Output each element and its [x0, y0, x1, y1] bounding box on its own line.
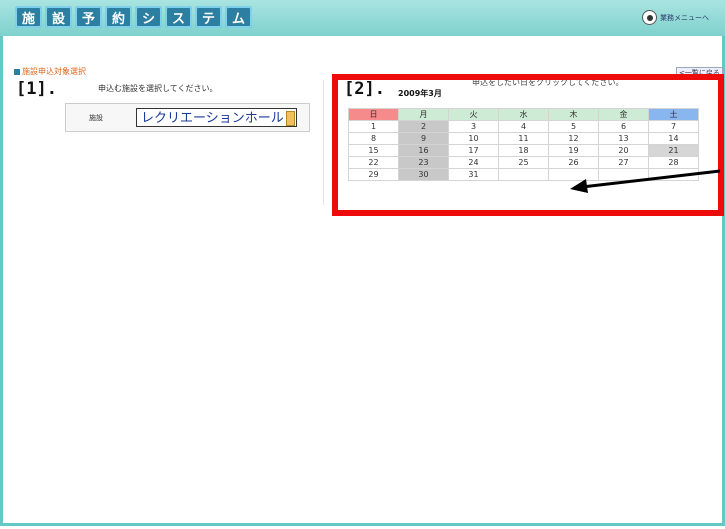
pointer-arrow-icon — [570, 169, 721, 193]
breadcrumb: 施設申込対象選択 — [14, 66, 86, 77]
logo-tile: ス — [165, 6, 192, 28]
step1-marker: [1]. — [16, 79, 57, 99]
app-header: 施 設 予 約 シ ス テ ム 業務メニューへ — [0, 0, 725, 36]
bullet-icon — [14, 68, 20, 75]
logo-tile: 約 — [105, 6, 132, 28]
facility-selector-row: 施設 レクリエーションホール — [65, 103, 310, 132]
section-divider — [323, 80, 324, 205]
step1-hint: 申込む施設を選択してください。 — [98, 84, 218, 93]
menu-circle-icon — [642, 10, 657, 25]
logo-tile: ム — [225, 6, 252, 28]
breadcrumb-text: 施設申込対象選択 — [22, 67, 86, 76]
facility-select-value: レクリエーションホール — [141, 111, 284, 126]
facility-label: 施設 — [89, 113, 103, 122]
app-logo: 施 設 予 約 シ ス テ ム — [15, 6, 252, 28]
logo-tile: 施 — [15, 6, 42, 28]
logo-tile: 予 — [75, 6, 102, 28]
menu-button[interactable]: 業務メニューへ — [642, 10, 709, 25]
menu-label: 業務メニューへ — [660, 13, 709, 22]
logo-tile: 設 — [45, 6, 72, 28]
logo-tile: シ — [135, 6, 162, 28]
logo-tile: テ — [195, 6, 222, 28]
facility-select[interactable]: レクリエーションホール — [136, 108, 297, 127]
dropdown-arrow-icon[interactable] — [286, 111, 295, 126]
